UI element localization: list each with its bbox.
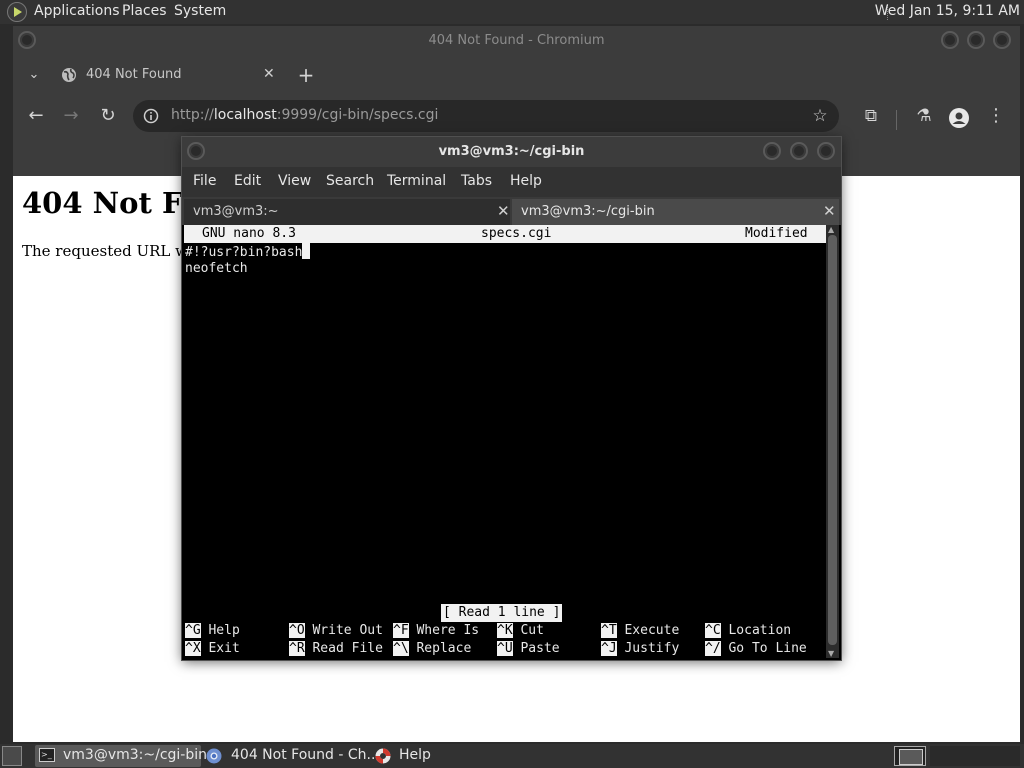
top-panel: Applications Places System Wed Jan 15, 9…: [0, 0, 1024, 24]
url-host: localhost: [213, 107, 277, 123]
tab-label: 404 Not Found: [86, 67, 182, 82]
terminal-tab-bar: vm3@vm3:~ ✕ vm3@vm3:~/cgi-bin ✕: [182, 197, 841, 225]
tab-strip: ⌄ 404 Not Found ✕ +: [13, 56, 1020, 94]
shortcut-location[interactable]: ^C Location: [705, 622, 791, 640]
window-title: 404 Not Found - Chromium: [428, 33, 605, 48]
terminal-maximize-button[interactable]: [790, 142, 808, 160]
tab-404[interactable]: 404 Not Found ✕: [49, 58, 289, 94]
terminal-close-button[interactable]: [817, 142, 835, 160]
shortcut-where-is[interactable]: ^F Where Is: [393, 622, 479, 640]
close-button[interactable]: [993, 31, 1011, 49]
tab-search-chevron-icon[interactable]: ⌄: [21, 62, 47, 88]
maximize-button[interactable]: [967, 31, 985, 49]
terminal-scrollbar[interactable]: ▲ ▼: [826, 225, 839, 658]
terminal-menubar: File Edit View Search Terminal Tabs Help: [182, 167, 841, 197]
terminal-tab-home[interactable]: vm3@vm3:~ ✕: [184, 199, 510, 225]
scroll-down-arrow-icon[interactable]: ▼: [828, 649, 834, 658]
nano-status-message: [ Read 1 line ]: [441, 604, 563, 622]
terminal-tab-label: vm3@vm3:~/cgi-bin: [521, 204, 655, 219]
taskbar-item-chromium[interactable]: 404 Not Found - Ch...: [204, 745, 380, 767]
terminal-tab-cgi-bin[interactable]: vm3@vm3:~/cgi-bin ✕: [512, 199, 839, 225]
taskbar-item-help[interactable]: Help: [372, 745, 452, 767]
nano-version: GNU nano 8.3: [202, 226, 296, 241]
menu-edit[interactable]: Edit: [234, 173, 261, 189]
taskbar-item-terminal[interactable]: >_ vm3@vm3:~/cgi-bin: [35, 745, 207, 767]
menu-help[interactable]: Help: [510, 173, 542, 189]
workspace-switcher-1[interactable]: [894, 746, 926, 766]
menu-terminal[interactable]: Terminal: [387, 173, 446, 189]
show-desktop-icon[interactable]: [2, 746, 22, 766]
scroll-up-arrow-icon[interactable]: ▲: [828, 225, 834, 234]
applications-menu[interactable]: Applications: [34, 3, 120, 19]
extensions-icon[interactable]: ⧉: [858, 103, 884, 129]
taskbar-item-label: 404 Not Found - Ch...: [231, 747, 380, 763]
terminal-window: vm3@vm3:~/cgi-bin File Edit View Search …: [182, 137, 841, 660]
terminal-title: vm3@vm3:~/cgi-bin: [438, 144, 585, 159]
editor-line-text: neofetch: [185, 261, 248, 276]
address-bar[interactable]: http://localhost:9999/cgi-bin/specs.cgi …: [133, 100, 839, 132]
terminal-titlebar[interactable]: vm3@vm3:~/cgi-bin: [182, 137, 841, 167]
new-tab-icon[interactable]: +: [293, 62, 319, 88]
shortcut-paste[interactable]: ^U Paste: [497, 640, 560, 658]
nano-editor[interactable]: GNU nano 8.3 specs.cgi Modified #!?usr?b…: [184, 225, 826, 658]
toolbar-divider: [896, 110, 897, 130]
nano-modified-flag: Modified: [745, 226, 808, 241]
scrollbar-thumb[interactable]: [828, 235, 837, 645]
terminal-tab-label: vm3@vm3:~: [193, 204, 279, 219]
shortcut-go-to-line[interactable]: ^/ Go To Line: [705, 640, 807, 658]
editor-line-text: #!?usr?bin?bash: [185, 245, 303, 260]
browser-toolbar: ← → ↻ http://localhost:9999/cgi-bin/spec…: [13, 94, 1020, 138]
shortcut-replace[interactable]: ^\ Replace: [393, 640, 471, 658]
shortcut-exit[interactable]: ^X Exit: [185, 640, 240, 658]
menu-view[interactable]: View: [278, 173, 311, 189]
clock[interactable]: Wed Jan 15, 9:11 AM: [875, 3, 1020, 19]
globe-icon: [62, 68, 76, 82]
forward-icon[interactable]: →: [58, 103, 84, 129]
system-menu[interactable]: System: [174, 3, 226, 19]
minimize-button[interactable]: [941, 31, 959, 49]
nano-filename: specs.cgi: [481, 226, 552, 241]
chromium-titlebar[interactable]: 404 Not Found - Chromium: [13, 26, 1020, 56]
nano-header: GNU nano 8.3 specs.cgi Modified: [184, 225, 826, 243]
back-icon[interactable]: ←: [23, 103, 49, 129]
bookmark-star-icon[interactable]: ☆: [807, 103, 833, 129]
taskbar-item-label: vm3@vm3:~/cgi-bin: [63, 747, 207, 763]
shortcut-justify[interactable]: ^J Justify: [601, 640, 679, 658]
os-logo-icon[interactable]: [7, 2, 27, 22]
chromium-app-icon: [206, 748, 222, 764]
terminal-minimize-button[interactable]: [763, 142, 781, 160]
menu-tabs[interactable]: Tabs: [461, 173, 492, 189]
taskbar: >_ vm3@vm3:~/cgi-bin 404 Not Found - Ch.…: [0, 744, 1024, 768]
profile-avatar-icon[interactable]: [949, 108, 969, 128]
shortcut-write-out[interactable]: ^O Write Out: [289, 622, 383, 640]
help-lifebuoy-icon: [375, 748, 391, 764]
workspace-switcher-2[interactable]: [930, 746, 1020, 766]
terminal-tab-close-icon[interactable]: ✕: [823, 202, 836, 220]
site-info-icon[interactable]: [143, 108, 159, 124]
taskbar-item-label: Help: [399, 747, 431, 763]
labs-flask-icon[interactable]: ⚗: [911, 103, 937, 129]
url-path: :9999/cgi-bin/specs.cgi: [276, 107, 439, 123]
menu-file[interactable]: File: [193, 173, 216, 189]
reload-icon[interactable]: ↻: [95, 103, 121, 129]
shortcut-execute[interactable]: ^T Execute: [601, 622, 679, 640]
url-scheme: http://: [171, 107, 214, 123]
window-menu-button[interactable]: [18, 31, 36, 49]
url-text[interactable]: http://localhost:9999/cgi-bin/specs.cgi: [171, 107, 438, 123]
chrome-menu-icon[interactable]: ⋮: [983, 103, 1009, 129]
shortcut-help[interactable]: ^G Help: [185, 622, 240, 640]
editor-line[interactable]: neofetch: [185, 261, 248, 276]
terminal-tab-close-icon[interactable]: ✕: [497, 202, 510, 220]
text-cursor: [302, 243, 311, 259]
shortcut-cut[interactable]: ^K Cut: [497, 622, 544, 640]
shortcut-read-file[interactable]: ^R Read File: [289, 640, 383, 658]
terminal-app-icon: >_: [39, 748, 55, 762]
menu-search[interactable]: Search: [326, 173, 374, 189]
editor-line[interactable]: #!?usr?bin?bash: [185, 243, 311, 260]
terminal-window-menu-button[interactable]: [187, 142, 205, 160]
tab-close-icon[interactable]: ✕: [263, 66, 275, 82]
places-menu[interactable]: Places: [122, 3, 167, 19]
